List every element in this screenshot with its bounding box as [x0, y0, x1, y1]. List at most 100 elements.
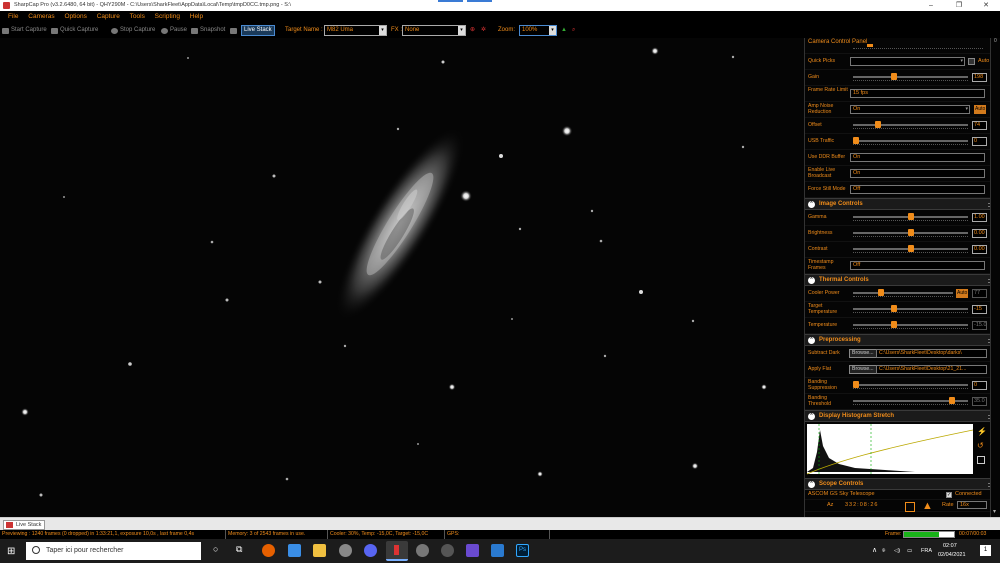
snapshot-button[interactable]: Snapshot	[191, 23, 225, 38]
cooler-power-knob[interactable]	[878, 289, 885, 296]
dark-path-select[interactable]: C:\Users\SharkFleet\Desktop\darks\	[876, 349, 987, 358]
force-still-select[interactable]: Off	[850, 185, 985, 194]
taskbar-search[interactable]: Taper ici pour rechercher	[26, 542, 201, 560]
firefox-icon[interactable]	[262, 544, 275, 557]
settings-icon[interactable]	[230, 23, 239, 38]
target-name-input[interactable]: M82 Uma ▾	[324, 25, 387, 36]
offset-value[interactable]: 74	[972, 121, 987, 130]
contrast-knob[interactable]	[907, 245, 914, 252]
menu-scripting[interactable]: Scripting	[155, 13, 180, 20]
tray-time[interactable]: 02:07	[943, 543, 957, 549]
tray-volume-icon[interactable]: ◁)	[894, 539, 900, 563]
fx-select[interactable]: None ▾	[402, 25, 466, 36]
zoom-select[interactable]: 100% ▾	[519, 25, 557, 36]
brightness-knob[interactable]	[907, 229, 914, 236]
dark-browse-button[interactable]: Browse...	[849, 349, 877, 358]
target-icon[interactable]: ✲	[481, 23, 486, 38]
crosshair-icon[interactable]: ⊕	[470, 23, 475, 38]
app-icon-purple[interactable]	[466, 544, 479, 557]
banding-threshold-value[interactable]: 35.0	[972, 397, 987, 406]
banding-threshold-knob[interactable]	[948, 397, 955, 404]
menu-options[interactable]: Options	[64, 13, 86, 20]
scroll-down-icon[interactable]: ▾	[993, 508, 996, 515]
timestamp-select[interactable]: Off	[850, 261, 985, 270]
photoshop-icon[interactable]: Ps	[516, 544, 529, 557]
banding-suppression-slider[interactable]	[853, 381, 968, 388]
live-broadcast-select[interactable]: On	[850, 169, 985, 178]
amp-noise-auto-button[interactable]: Auto	[974, 105, 987, 114]
cooler-power-slider[interactable]	[853, 289, 953, 296]
close-icon[interactable]: ✕	[972, 0, 1000, 11]
frame-rate-select[interactable]: 15 fps	[850, 89, 985, 98]
quick-capture-button[interactable]: Quick Capture	[51, 23, 98, 38]
tray-network-icon[interactable]: ⌾	[882, 539, 885, 563]
cooler-auto-button[interactable]: Auto	[956, 289, 969, 298]
menu-capture[interactable]: Capture	[97, 13, 120, 20]
menu-file[interactable]: File	[8, 13, 18, 20]
folder-icon[interactable]	[313, 544, 326, 557]
tray-language[interactable]: FRA	[921, 539, 932, 563]
minimize-icon[interactable]: –	[917, 0, 945, 11]
notification-icon[interactable]: 1	[980, 545, 991, 556]
live-stack-button[interactable]: Live Stack	[241, 25, 275, 36]
maximize-icon[interactable]: ❐	[945, 0, 973, 11]
brightness-slider[interactable]	[853, 229, 968, 236]
connected-checkbox[interactable]: ✓	[946, 492, 952, 498]
preprocessing-header[interactable]: ⌃ Preprocessing	[805, 334, 1000, 346]
flat-browse-button[interactable]: Browse...	[849, 365, 877, 374]
panel-scrollbar[interactable]: 0 ▾	[990, 38, 1000, 517]
contrast-slider[interactable]	[853, 245, 968, 252]
task-view-icon[interactable]: ⧉	[236, 544, 242, 555]
save-icon[interactable]	[977, 456, 985, 464]
histogram-header[interactable]: ⌃ Display Histogram Stretch	[805, 410, 1000, 422]
image-controls-header[interactable]: ⌃ Image Controls	[805, 198, 1000, 210]
flat-path-select[interactable]: C:\Users\SharkFleet\Desktop\21_21...	[876, 365, 987, 374]
offset-slider[interactable]	[853, 121, 968, 128]
menu-cameras[interactable]: Cameras	[28, 13, 54, 20]
banding-threshold-slider[interactable]	[853, 397, 968, 404]
banding-suppression-knob[interactable]	[853, 381, 859, 388]
tray-chevron-icon[interactable]: ∧	[872, 539, 877, 563]
pause-button[interactable]: Pause	[161, 23, 187, 38]
magnifier-icon[interactable]: ⌕	[572, 23, 575, 38]
banding-suppression-value[interactable]: 0	[972, 381, 987, 390]
menu-tools[interactable]: Tools	[130, 13, 145, 20]
reset-icon[interactable]: ↺	[977, 441, 984, 450]
app-icon-stellarium[interactable]	[416, 544, 429, 557]
target-temp-slider[interactable]	[853, 305, 968, 312]
gain-slider[interactable]	[853, 73, 968, 80]
auto-checkbox[interactable]	[968, 58, 975, 65]
app-icon-gray[interactable]	[339, 544, 352, 557]
gamma-knob[interactable]	[907, 213, 914, 220]
usb-traffic-value[interactable]: 0	[972, 137, 987, 146]
menu-help[interactable]: Help	[190, 13, 203, 20]
brightness-value[interactable]: 0.00	[972, 229, 987, 238]
lightning-icon[interactable]: ⚡	[977, 427, 987, 436]
rate-select[interactable]: 16x	[957, 501, 987, 509]
thermal-controls-header[interactable]: ⌃ Thermal Controls	[805, 274, 1000, 286]
gain-knob[interactable]	[891, 73, 898, 80]
histogram-panel[interactable]: ⚡ ↺	[805, 422, 1000, 478]
stop-capture-button[interactable]: Stop Capture	[111, 23, 155, 38]
gain-value[interactable]: 198	[972, 73, 987, 82]
app-icon-dark[interactable]	[441, 544, 454, 557]
target-temp-value[interactable]: -15	[972, 305, 987, 314]
gamma-slider[interactable]	[853, 213, 968, 220]
offset-knob[interactable]	[874, 121, 881, 128]
windows-start-icon[interactable]: ⊞	[7, 546, 15, 557]
ddr-select[interactable]: On	[850, 153, 985, 162]
app-icon-blue[interactable]	[491, 544, 504, 557]
tray-battery-icon[interactable]: ▭	[907, 539, 912, 563]
cooler-power-value[interactable]: 77	[972, 289, 987, 298]
quick-picks-select[interactable]: ▾	[850, 57, 965, 66]
discord-icon[interactable]	[364, 544, 377, 557]
usb-traffic-knob[interactable]	[853, 137, 859, 144]
scope-stop-button[interactable]	[905, 502, 915, 512]
histogram-graph[interactable]	[805, 422, 991, 478]
mail-icon[interactable]	[288, 544, 301, 557]
usb-traffic-slider[interactable]	[853, 137, 968, 144]
amp-noise-select[interactable]: On ▾	[850, 105, 970, 114]
tab-live-stack[interactable]: Live Stack	[3, 520, 46, 530]
target-temp-knob[interactable]	[891, 305, 898, 312]
sharpcap-taskbar-icon[interactable]	[386, 541, 408, 561]
